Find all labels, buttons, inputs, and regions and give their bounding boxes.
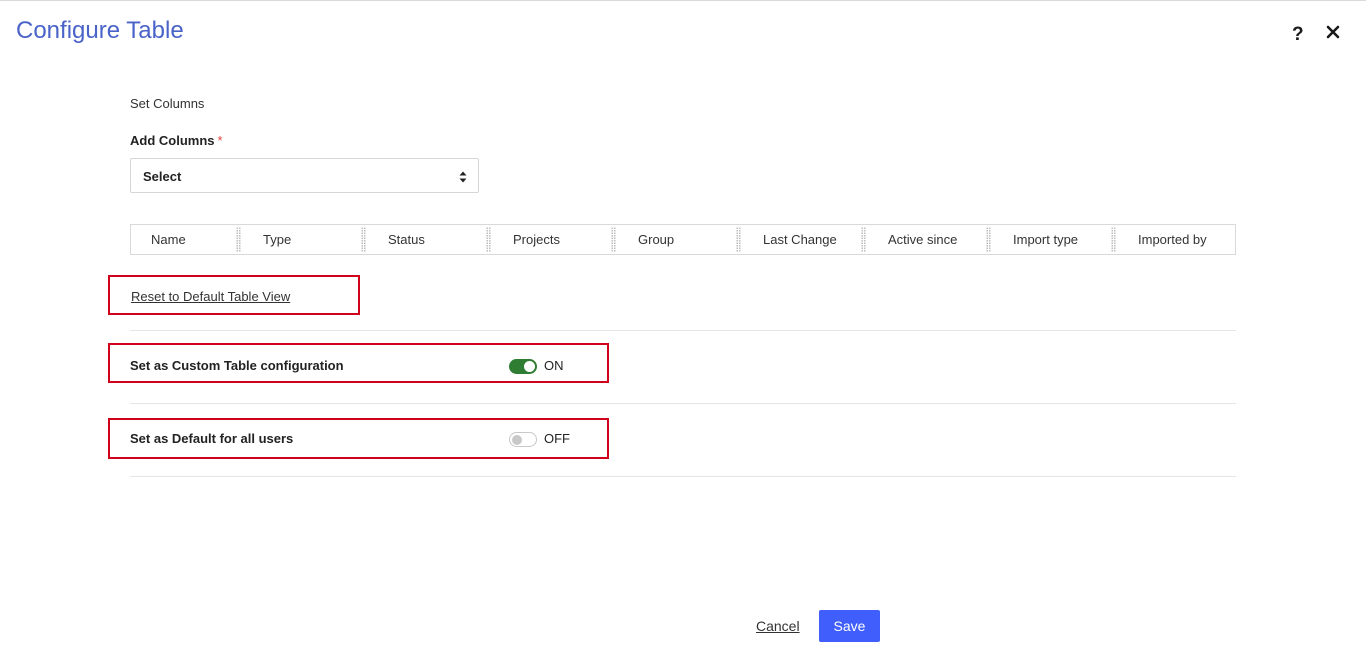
column-chip-last-change[interactable]: Last Change (741, 225, 866, 254)
column-chip-label: Projects (513, 232, 560, 247)
toggle-knob (524, 361, 535, 372)
column-chip-name[interactable]: Name (131, 225, 241, 254)
column-chip-label: Type (263, 232, 292, 247)
save-button[interactable]: Save (819, 610, 880, 642)
custom-config-state: ON (544, 358, 564, 373)
column-chip-label: Group (638, 232, 675, 247)
column-chip-imported-by[interactable]: Imported by (1116, 225, 1235, 254)
add-columns-select-value: Select (143, 169, 182, 184)
add-columns-select[interactable]: Select (130, 158, 479, 193)
column-chip-label: Active since (888, 232, 958, 247)
required-mark: * (217, 133, 223, 148)
help-icon[interactable]: ? (1292, 24, 1304, 46)
toggle-knob (512, 434, 522, 445)
add-columns-label: Add Columns * (130, 133, 223, 148)
divider (130, 403, 1236, 404)
cancel-button[interactable]: Cancel (756, 618, 800, 634)
column-chip-projects[interactable]: Projects (491, 225, 616, 254)
reset-default-view-link[interactable]: Reset to Default Table View (131, 289, 290, 304)
column-chip-active-since[interactable]: Active since (866, 225, 991, 254)
column-chip-label: Name (151, 232, 186, 247)
default-all-users-label: Set as Default for all users (130, 431, 294, 446)
column-chip-group[interactable]: Group (616, 225, 741, 254)
dialog-title: Configure Table (16, 17, 184, 44)
custom-config-label: Set as Custom Table configuration (130, 358, 344, 373)
sort-arrows-icon (459, 170, 467, 183)
column-chip-status[interactable]: Status (366, 225, 491, 254)
default-all-users-toggle[interactable] (509, 432, 537, 447)
dialog-top-border (0, 0, 1366, 1)
section-label-set-columns: Set Columns (130, 96, 205, 111)
column-chip-label: Last Change (763, 232, 837, 247)
column-chip-type[interactable]: Type (241, 225, 366, 254)
divider (130, 476, 1236, 477)
column-chip-label: Import type (1013, 232, 1079, 247)
column-chip-label: Status (388, 232, 425, 247)
column-chip-label: Imported by (1138, 232, 1207, 247)
custom-config-toggle[interactable] (509, 359, 537, 374)
divider (130, 330, 1236, 331)
close-icon[interactable] (1326, 25, 1340, 39)
add-columns-label-text: Add Columns (130, 133, 215, 148)
column-chip-import-type[interactable]: Import type (991, 225, 1116, 254)
column-order-bar: Name Type Status Projects Group Last Cha… (130, 224, 1236, 255)
default-all-users-state: OFF (544, 431, 570, 446)
